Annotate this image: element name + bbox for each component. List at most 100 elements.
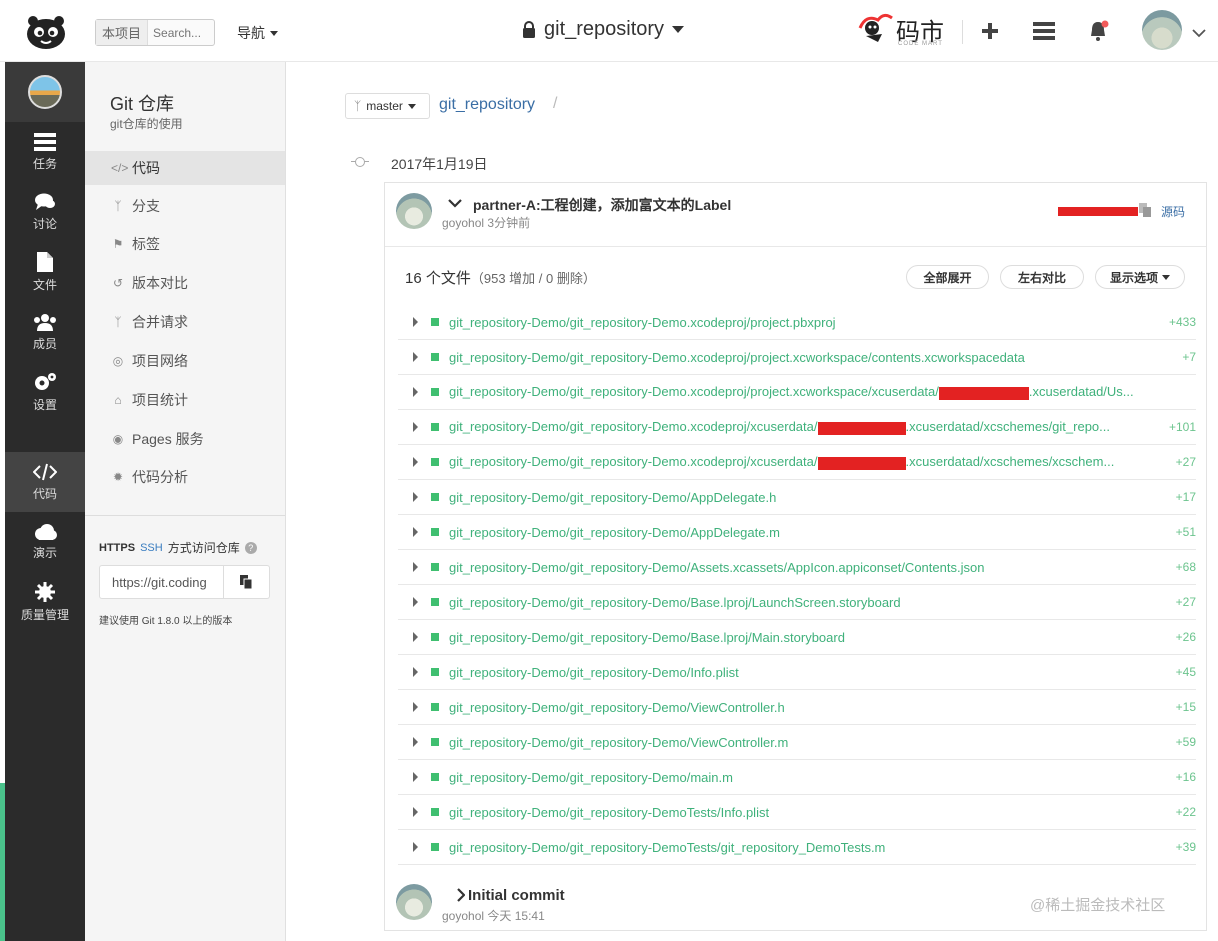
caret-right-icon[interactable] bbox=[413, 317, 418, 327]
ssh-toggle[interactable]: SSH bbox=[140, 542, 163, 554]
file-path[interactable]: git_repository-Demo/git_repository-Demo/… bbox=[449, 560, 984, 575]
caret-right-icon[interactable] bbox=[413, 352, 418, 362]
caret-right-icon[interactable] bbox=[413, 807, 418, 817]
branch-selector[interactable]: ᛉ master bbox=[345, 93, 430, 119]
file-path[interactable]: git_repository-Demo/git_repository-Demo.… bbox=[449, 454, 1114, 470]
file-row[interactable]: git_repository-Demo/git_repository-Demo.… bbox=[398, 305, 1196, 340]
copy-icon[interactable] bbox=[1139, 203, 1151, 217]
commit-message[interactable]: partner-A:工程创建，添加富文本的Label bbox=[473, 195, 731, 215]
file-path[interactable]: git_repository-Demo/git_repository-Demo.… bbox=[449, 384, 1134, 400]
file-path[interactable]: git_repository-Demo/git_repository-Demo/… bbox=[449, 770, 733, 785]
caret-right-icon[interactable] bbox=[413, 457, 418, 467]
avatar[interactable] bbox=[396, 193, 432, 229]
copy-button[interactable] bbox=[224, 565, 270, 599]
file-row[interactable]: git_repository-Demo/git_repository-Demo/… bbox=[398, 515, 1196, 550]
file-path[interactable]: git_repository-Demo/git_repository-Demo/… bbox=[449, 490, 776, 505]
search-input[interactable] bbox=[148, 25, 211, 40]
caret-right-icon[interactable] bbox=[413, 527, 418, 537]
file-path[interactable]: git_repository-Demo/git_repository-Demo/… bbox=[449, 700, 785, 715]
file-row[interactable]: git_repository-Demo/git_repository-DemoT… bbox=[398, 830, 1196, 865]
caret-right-icon[interactable] bbox=[413, 562, 418, 572]
sidebar-item-tags[interactable]: ⚑ 标签 bbox=[85, 227, 285, 261]
file-row[interactable]: git_repository-Demo/git_repository-Demo/… bbox=[398, 550, 1196, 585]
nav-files[interactable]: 文件 bbox=[5, 242, 85, 302]
file-row[interactable]: git_repository-Demo/git_repository-Demo.… bbox=[398, 340, 1196, 375]
file-row[interactable]: git_repository-Demo/git_repository-Demo/… bbox=[398, 480, 1196, 515]
sidebar-item-compare[interactable]: ↺ 版本对比 bbox=[85, 266, 285, 300]
commit-message[interactable]: Initial commit bbox=[468, 887, 565, 904]
caret-right-icon[interactable] bbox=[413, 702, 418, 712]
file-row[interactable]: git_repository-Demo/git_repository-Demo.… bbox=[398, 375, 1196, 410]
sidebar-item-analysis[interactable]: ✹ 代码分析 bbox=[85, 460, 285, 494]
nav-demo[interactable]: 演示 bbox=[5, 512, 85, 572]
project-avatar-wrap[interactable] bbox=[5, 62, 85, 122]
project-avatar[interactable] bbox=[28, 75, 62, 109]
sidebar-item-code[interactable]: </> 代码 bbox=[85, 151, 285, 185]
file-path[interactable]: git_repository-Demo/git_repository-DemoT… bbox=[449, 805, 769, 820]
caret-right-icon[interactable] bbox=[413, 492, 418, 502]
file-path[interactable]: git_repository-Demo/git_repository-DemoT… bbox=[449, 840, 885, 855]
clone-url-input[interactable] bbox=[99, 565, 224, 599]
code-mart-logo[interactable]: 码市 CODE MART bbox=[856, 8, 954, 50]
file-path[interactable]: git_repository-Demo/git_repository-Demo/… bbox=[449, 525, 780, 540]
file-row[interactable]: git_repository-Demo/git_repository-Demo/… bbox=[398, 760, 1196, 795]
sidebar-item-stats[interactable]: ⌂ 项目统计 bbox=[85, 383, 285, 417]
file-path[interactable]: git_repository-Demo/git_repository-Demo/… bbox=[449, 665, 739, 680]
caret-right-icon[interactable] bbox=[413, 842, 418, 852]
search-scope[interactable]: 本项目 bbox=[96, 20, 149, 45]
caret-right-icon[interactable] bbox=[413, 737, 418, 747]
file-row[interactable]: git_repository-Demo/git_repository-DemoT… bbox=[398, 795, 1196, 830]
nav-settings[interactable]: 设置 bbox=[5, 362, 85, 422]
expand-all-button[interactable]: 全部展开 bbox=[906, 265, 989, 289]
sidebar-item-network[interactable]: ◎ 项目网络 bbox=[85, 344, 285, 378]
side-by-side-button[interactable]: 左右对比 bbox=[1000, 265, 1084, 289]
caret-right-icon[interactable] bbox=[413, 667, 418, 677]
avatar[interactable] bbox=[396, 884, 432, 920]
caret-right-icon[interactable] bbox=[413, 597, 418, 607]
display-options-button[interactable]: 显示选项 bbox=[1095, 265, 1185, 289]
repo-switcher[interactable]: git_repository bbox=[522, 18, 685, 41]
bell-icon[interactable] bbox=[1085, 18, 1111, 44]
commit-author[interactable]: goyohol bbox=[442, 909, 484, 923]
file-row[interactable]: git_repository-Demo/git_repository-Demo/… bbox=[398, 655, 1196, 690]
sidebar-item-branches[interactable]: ᛉ 分支 bbox=[85, 189, 285, 223]
nav-members[interactable]: 成员 bbox=[5, 302, 85, 362]
file-row[interactable]: git_repository-Demo/git_repository-Demo/… bbox=[398, 585, 1196, 620]
file-path[interactable]: git_repository-Demo/git_repository-Demo/… bbox=[449, 735, 788, 750]
nav-discussion[interactable]: 讨论 bbox=[5, 182, 85, 242]
file-path[interactable]: git_repository-Demo/git_repository-Demo.… bbox=[449, 315, 836, 330]
caret-right-icon[interactable] bbox=[413, 772, 418, 782]
sidebar-item-merge-requests[interactable]: ᛉ 合并请求 bbox=[85, 305, 285, 339]
chevron-down-icon[interactable] bbox=[448, 196, 462, 211]
sidebar-item-pages[interactable]: ◉ Pages 服务 bbox=[85, 422, 285, 456]
caret-right-icon[interactable] bbox=[413, 387, 418, 397]
file-path[interactable]: git_repository-Demo/git_repository-Demo.… bbox=[449, 350, 1025, 365]
file-path[interactable]: git_repository-Demo/git_repository-Demo/… bbox=[449, 630, 845, 645]
coding-logo-icon[interactable] bbox=[22, 11, 70, 51]
search-box[interactable]: 本项目 bbox=[95, 19, 215, 46]
file-row[interactable]: git_repository-Demo/git_repository-Demo/… bbox=[398, 725, 1196, 760]
plus-icon[interactable] bbox=[977, 18, 1003, 44]
nav-quality[interactable]: 质量管理 bbox=[5, 572, 85, 632]
nav-tasks[interactable]: 任务 bbox=[5, 122, 85, 182]
nav-code[interactable]: 代码 bbox=[5, 452, 85, 512]
https-toggle[interactable]: HTTPS bbox=[99, 542, 135, 554]
chevron-down-icon[interactable] bbox=[1186, 20, 1212, 46]
nav-menu[interactable]: 导航 bbox=[237, 23, 278, 43]
file-row[interactable]: git_repository-Demo/git_repository-Demo.… bbox=[398, 410, 1196, 445]
tasks-icon[interactable] bbox=[1031, 18, 1057, 44]
help-icon[interactable]: ? bbox=[244, 541, 257, 554]
file-path[interactable]: git_repository-Demo/git_repository-Demo.… bbox=[449, 419, 1110, 435]
breadcrumb-repo[interactable]: git_repository bbox=[439, 96, 535, 114]
caret-right-icon[interactable] bbox=[413, 632, 418, 642]
nav-label: 代码 bbox=[32, 486, 57, 501]
file-row[interactable]: git_repository-Demo/git_repository-Demo.… bbox=[398, 445, 1196, 480]
source-link[interactable]: 源码 bbox=[1161, 203, 1185, 220]
file-row[interactable]: git_repository-Demo/git_repository-Demo/… bbox=[398, 690, 1196, 725]
commit-author[interactable]: goyohol bbox=[442, 216, 484, 230]
file-row[interactable]: git_repository-Demo/git_repository-Demo/… bbox=[398, 620, 1196, 655]
file-path[interactable]: git_repository-Demo/git_repository-Demo/… bbox=[449, 595, 901, 610]
caret-right-icon[interactable] bbox=[413, 422, 418, 432]
user-avatar[interactable] bbox=[1142, 10, 1182, 50]
chevron-right-icon[interactable] bbox=[456, 888, 466, 905]
